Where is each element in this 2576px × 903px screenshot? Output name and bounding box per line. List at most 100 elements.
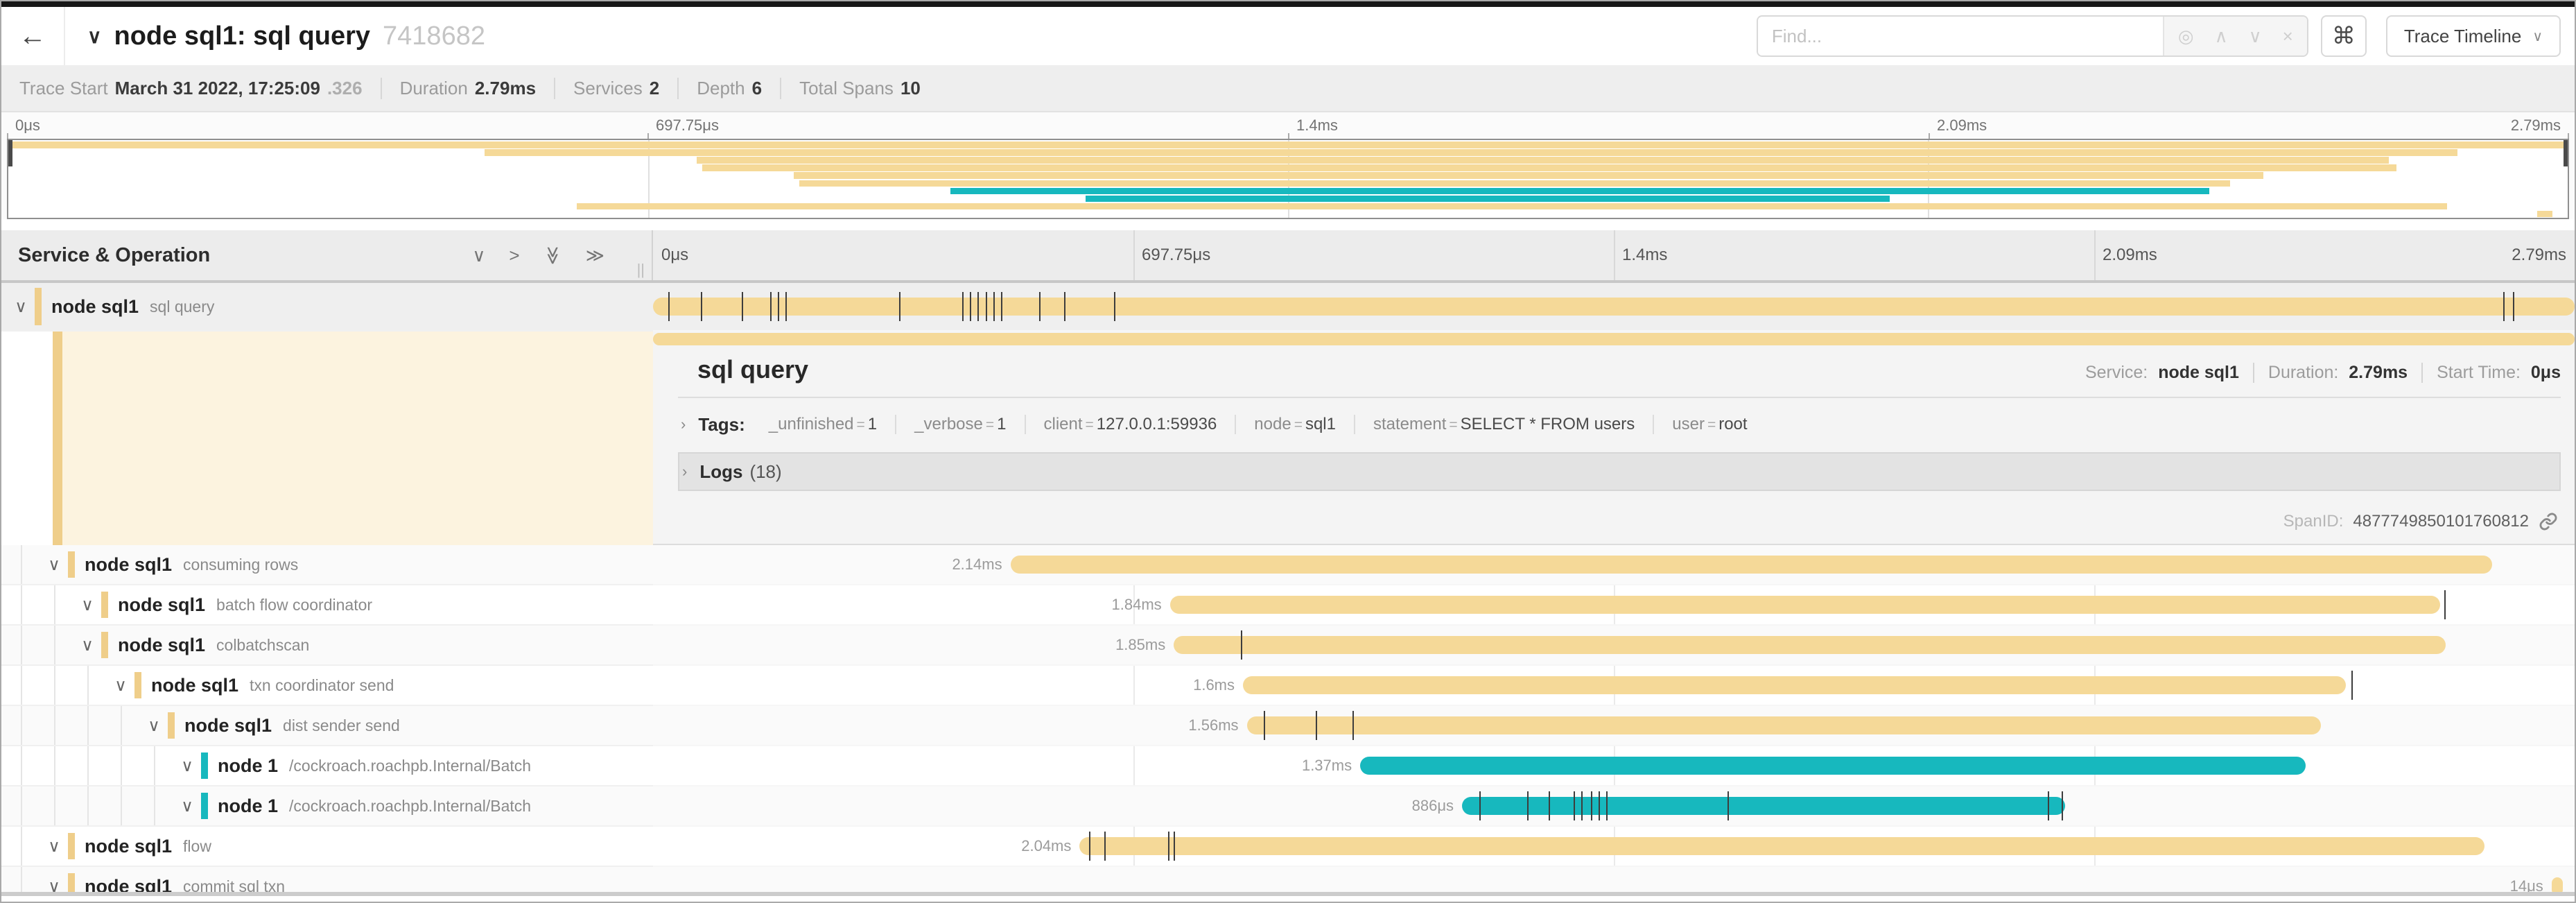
find-group: ◎ ∧ ∨ ×: [1757, 15, 2308, 57]
indent-guide: [54, 585, 55, 624]
span-bar-cell[interactable]: 1.56ms: [653, 706, 2575, 746]
back-button[interactable]: ←: [1, 7, 65, 65]
tag-equals: =: [983, 417, 997, 433]
log-marker-tick: [1264, 711, 1265, 740]
log-marker-tick: [770, 292, 772, 321]
span-row[interactable]: ∨node 1/cockroach.roachpb.Internal/Batch…: [1, 786, 2575, 827]
logs-accordion-header[interactable]: ›Logs(18): [678, 452, 2561, 491]
operation-name: flow: [183, 837, 211, 856]
span-bar[interactable]: [653, 298, 2575, 316]
logs-label: Logs: [699, 461, 742, 483]
metadata-value-fraction: .326: [327, 78, 363, 99]
span-name-cell[interactable]: ∨node sql1sql query: [1, 283, 653, 332]
span-bar[interactable]: [1079, 837, 2484, 855]
minimap-canvas[interactable]: [7, 139, 2569, 219]
span-bar[interactable]: [1247, 716, 2322, 734]
span-row[interactable]: ∨node sql1sql query: [1, 283, 2575, 332]
span-row[interactable]: ∨ node sql1 colbatchscan 1.85ms: [1, 626, 2575, 666]
span-row[interactable]: ∨ node sql1 txn coordinator send 1.6ms: [1, 666, 2575, 706]
span-name-cell[interactable]: ∨node sql1dist sender send: [1, 706, 653, 746]
link-icon[interactable]: [2539, 512, 2558, 531]
collapse-one-icon[interactable]: ∨: [472, 245, 485, 266]
section-chevron-icon: ›: [681, 415, 686, 433]
tag-item: _verbose=1: [895, 415, 1024, 434]
span-bar[interactable]: [1011, 556, 2492, 574]
axis-tick-mark: [2568, 133, 2569, 139]
span-name-cell[interactable]: ∨node 1/cockroach.roachpb.Internal/Batch: [1, 786, 653, 827]
indent-guide: [54, 746, 55, 785]
minimap-span-bar: [799, 180, 2230, 187]
indent-guide: [87, 666, 89, 705]
find-clear-icon[interactable]: ×: [2283, 26, 2293, 47]
span-bar[interactable]: [1360, 757, 2306, 775]
service-name: node sql1: [151, 675, 238, 696]
span-bar-cell[interactable]: [653, 283, 2575, 332]
expand-one-icon[interactable]: >: [509, 245, 519, 266]
span-row[interactable]: ∨node sql1dist sender send1.56ms: [1, 706, 2575, 746]
metadata-label: Duration: [400, 78, 468, 99]
span-name-cell[interactable]: ∨node 1/cockroach.roachpb.Internal/Batch: [1, 746, 653, 786]
span-bar[interactable]: [1243, 676, 2346, 694]
span-bar-cell[interactable]: 1.84ms: [653, 585, 2575, 626]
tag-key: _unfinished: [769, 415, 854, 433]
indent-guide: [54, 626, 55, 664]
locate-icon[interactable]: ◎: [2178, 26, 2194, 47]
span-name-cell[interactable]: ∨node sql1flow: [1, 827, 653, 867]
span-row[interactable]: ∨node sql1batch flow coordinator1.84ms: [1, 585, 2575, 626]
tag-item: statement=SELECT * FROM users: [1354, 415, 1653, 434]
detail-info-label: Service:: [2085, 363, 2152, 382]
span-bar-cell[interactable]: 1.85ms: [653, 626, 2575, 666]
tag-equals: =: [1083, 417, 1097, 433]
view-selector-button[interactable]: Trace Timeline ∨: [2386, 15, 2561, 57]
span-tree-chevron-icon[interactable]: ∨: [140, 716, 168, 736]
span-bar[interactable]: [1170, 596, 2440, 614]
operation-name: colbatchscan: [216, 636, 309, 655]
service-name: node 1: [218, 796, 278, 817]
find-prev-icon[interactable]: ∧: [2215, 26, 2228, 47]
operation-name: txn coordinator send: [250, 676, 394, 695]
log-marker-tick: [2351, 671, 2353, 700]
indent-guide: [54, 786, 55, 825]
metadata-item: Trace StartMarch 31 2022, 17:25:09.326: [19, 78, 363, 99]
span-bar-cell[interactable]: 1.37ms: [653, 746, 2575, 786]
header-actions: ◎ ∧ ∨ × ⌘ Trace Timeline ∨: [1757, 15, 2561, 57]
span-bar-cell[interactable]: 2.14ms: [653, 545, 2575, 585]
indent-guide: [87, 706, 89, 745]
metadata-value: 10: [900, 78, 921, 99]
keyboard-shortcuts-button[interactable]: ⌘: [2321, 15, 2367, 57]
span-bar-cell[interactable]: 2.04ms: [653, 827, 2575, 867]
command-icon: ⌘: [2332, 22, 2356, 50]
find-next-icon[interactable]: ∨: [2249, 26, 2262, 47]
span-tree-chevron-icon[interactable]: ∨: [107, 676, 134, 696]
span-name-cell[interactable]: ∨node sql1consuming rows: [1, 545, 653, 585]
span-row[interactable]: ∨node sql1consuming rows2.14ms: [1, 545, 2575, 585]
span-bar[interactable]: [1462, 797, 2065, 815]
logs-count: (18): [749, 461, 781, 483]
span-bar-cell[interactable]: 886μs: [653, 786, 2575, 827]
span-bar-cell[interactable]: 1.6ms: [653, 666, 2575, 706]
span-name-cell[interactable]: ∨node sql1batch flow coordinator: [1, 585, 653, 626]
indent-guide: [21, 786, 22, 825]
span-tree-chevron-icon[interactable]: ∨: [73, 635, 101, 655]
minimap-right-scrubber[interactable]: [2564, 140, 2568, 166]
service-name: node sql1: [118, 635, 205, 656]
log-marker-tick: [1039, 292, 1041, 321]
tags-accordion-header[interactable]: ›Tags:_unfinished=1_verbose=1client=127.…: [678, 405, 2561, 444]
column-resizer-grip[interactable]: ||: [637, 261, 645, 279]
detail-info-item: Start Time: 0μs: [2421, 363, 2561, 383]
expand-all-icon[interactable]: ≫: [586, 245, 604, 266]
span-tree-chevron-icon[interactable]: ∨: [40, 555, 68, 575]
log-marker-tick: [2444, 590, 2446, 619]
tag-equals: =: [1291, 417, 1305, 433]
span-row[interactable]: ∨node 1/cockroach.roachpb.Internal/Batch…: [1, 746, 2575, 786]
span-row[interactable]: ∨node sql1flow2.04ms: [1, 827, 2575, 867]
log-marker-tick: [970, 292, 971, 321]
span-name-cell[interactable]: ∨ node sql1 colbatchscan: [1, 626, 653, 666]
collapse-trace-icon[interactable]: ∨: [87, 25, 102, 48]
span-tree-chevron-icon[interactable]: ∨: [7, 297, 35, 317]
find-input[interactable]: [1758, 17, 2163, 55]
collapse-all-icon[interactable]: ≫: [542, 246, 564, 264]
minimap-left-scrubber[interactable]: [8, 140, 12, 166]
span-name-cell[interactable]: ∨ node sql1 txn coordinator send: [1, 666, 653, 706]
span-bar[interactable]: [1174, 636, 2446, 654]
